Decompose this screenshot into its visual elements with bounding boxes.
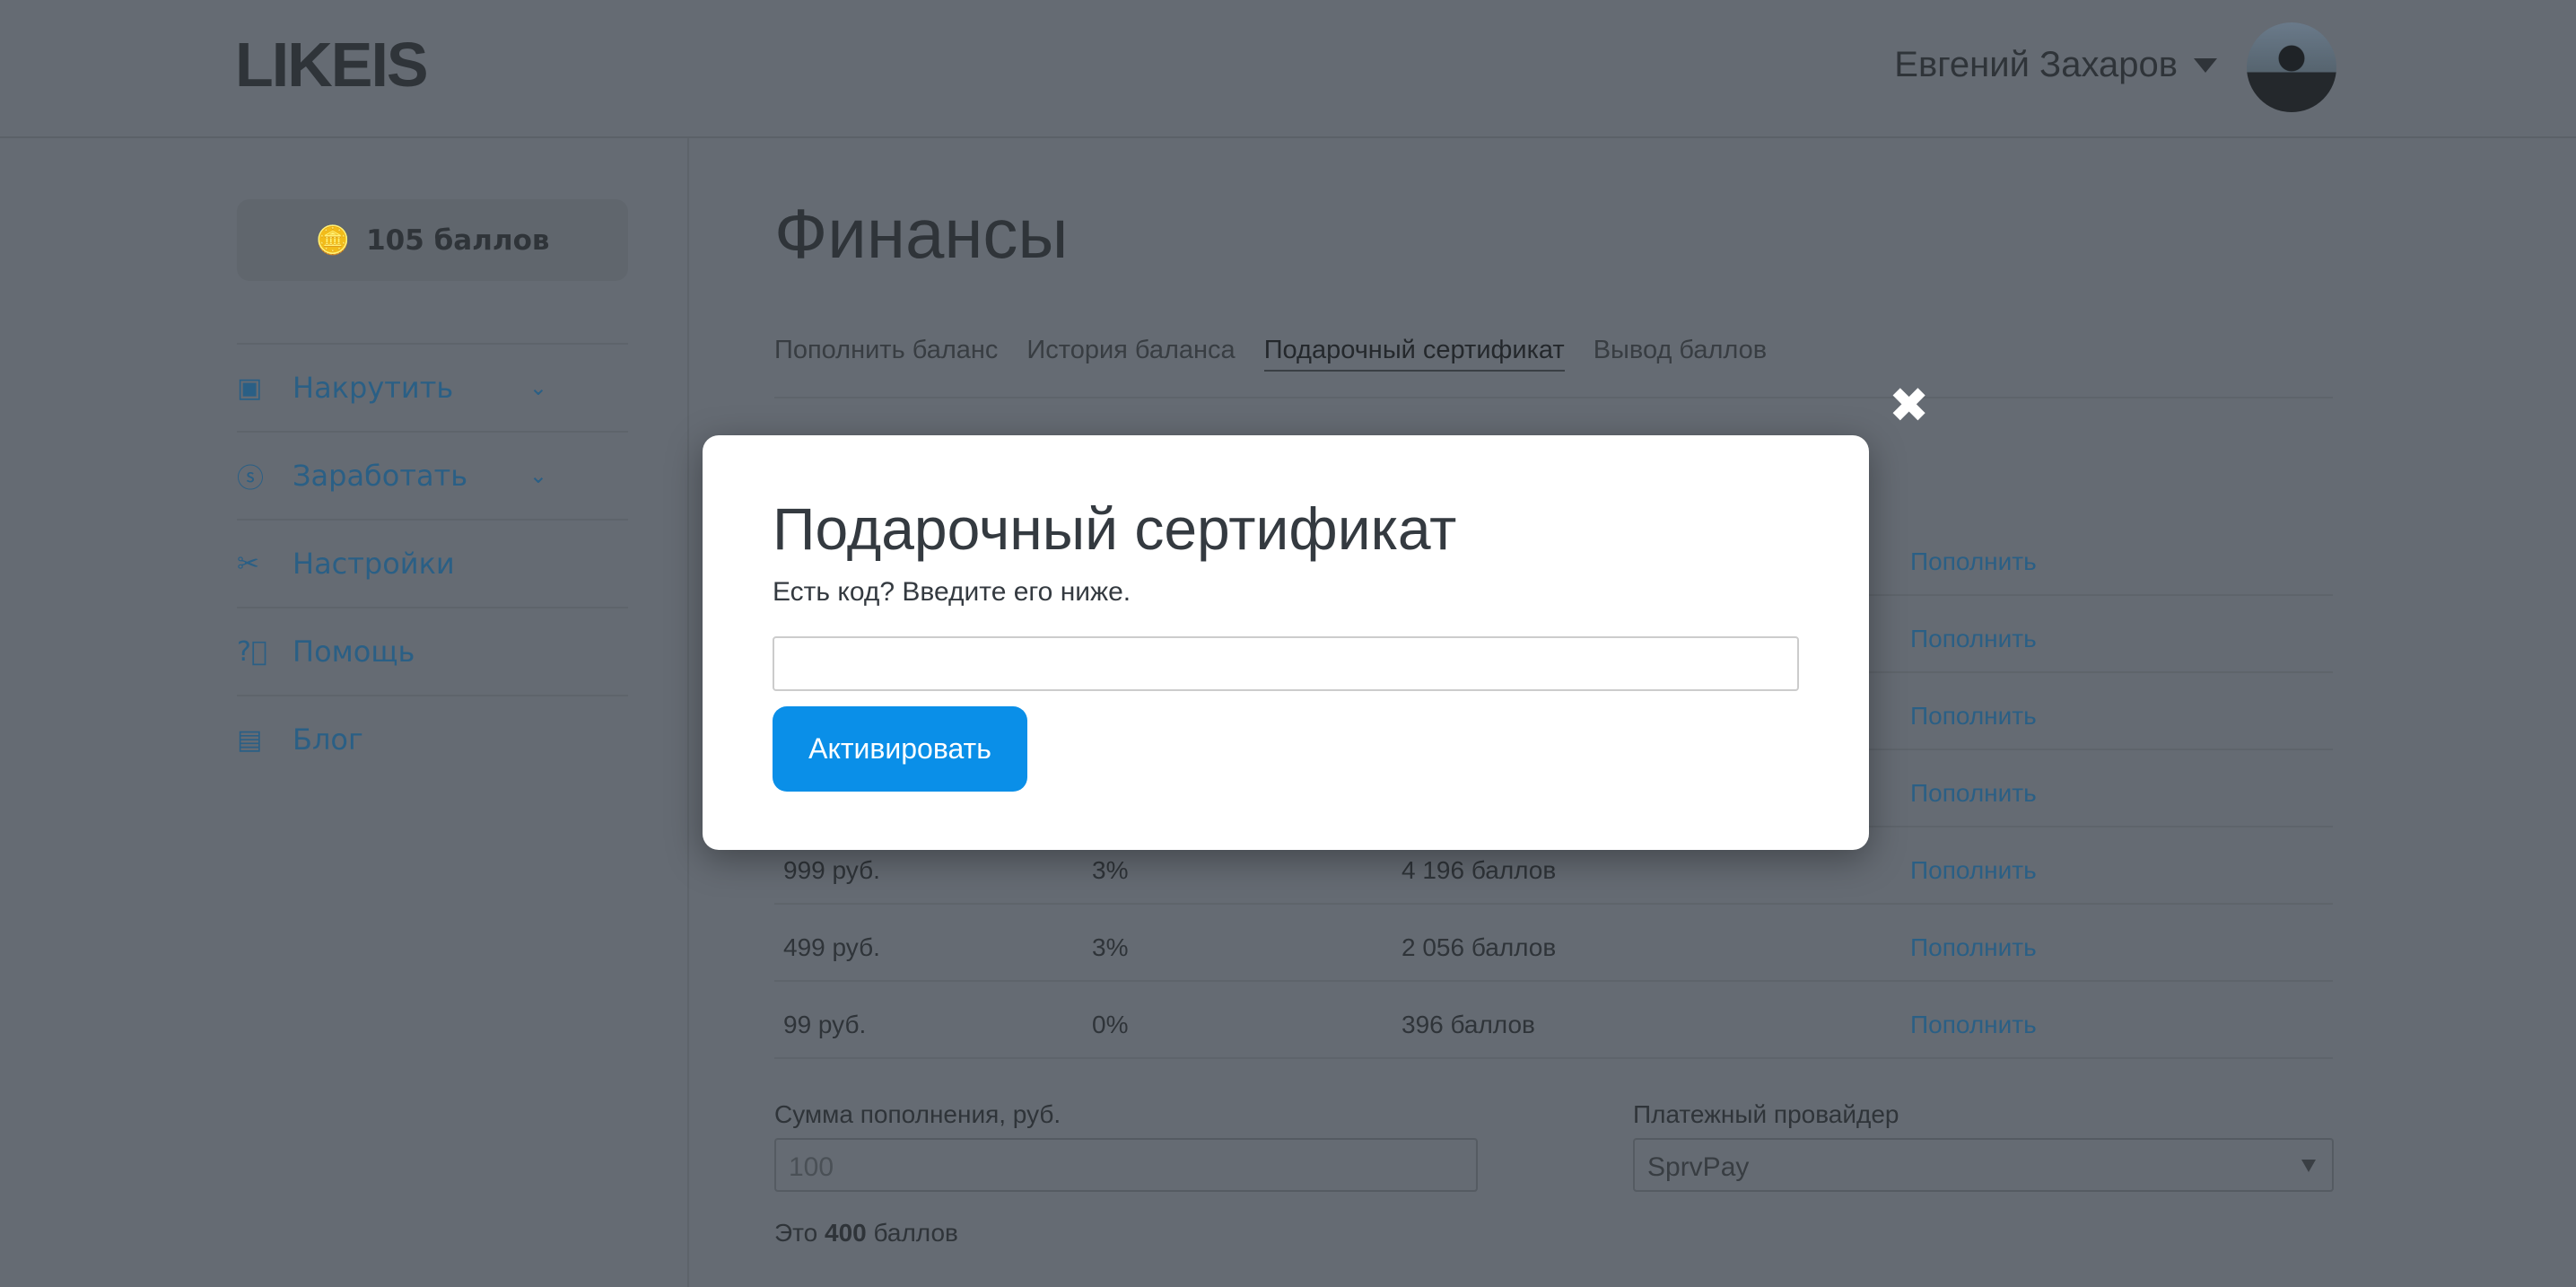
sidebar-item-help[interactable]: ?⃝ Помощь <box>237 607 628 695</box>
amount-input[interactable]: 100 <box>774 1138 1478 1192</box>
chevron-down-icon: ⌄ <box>528 375 547 400</box>
points-note: Это 400 баллов <box>774 1219 958 1248</box>
finance-tabs: Пополнить баланс История баланса Подароч… <box>774 336 2333 398</box>
ad-icon: ▣ <box>237 372 263 404</box>
note-points: 400 <box>825 1219 867 1247</box>
balance-value: 105 баллов <box>366 223 550 257</box>
points-cell: 2 056 баллов <box>1402 933 1557 961</box>
sidebar-item-blog[interactable]: ▤ Блог <box>237 695 628 783</box>
top-up-link[interactable]: Пополнить <box>1910 779 2037 808</box>
sidebar-item-label: Настройки <box>293 547 455 581</box>
note-prefix: Это <box>774 1219 818 1247</box>
sidebar-item-earn[interactable]: ⓢ Заработать ⌄ <box>237 431 628 519</box>
tab-history[interactable]: История баланса <box>1026 336 1235 372</box>
page-title: Финансы <box>774 194 1069 273</box>
sidebar-item-boost[interactable]: ▣ Накрутить ⌄ <box>237 343 628 431</box>
table-row: 499 руб. 3% 2 056 баллов Пополнить <box>774 905 2333 982</box>
modal-title: Подарочный сертификат <box>773 495 1457 562</box>
code-input[interactable] <box>773 636 1799 691</box>
gift-certificate-modal: Подарочный сертификат Есть код? Введите … <box>703 435 1869 850</box>
modal-backdrop[interactable]: { "header":{"logo":"LIKEIS","user_name":… <box>0 0 2576 1287</box>
top-header: LIKEIS Евгений Захаров <box>0 0 2576 138</box>
tools-icon: ✂ <box>237 547 260 580</box>
sidebar-item-settings[interactable]: ✂ Настройки <box>237 519 628 607</box>
coins-icon: 🪙 <box>315 224 351 257</box>
user-menu[interactable]: Евгений Захаров <box>1894 45 2217 85</box>
bonus-cell: 3% <box>1092 933 1129 961</box>
avatar[interactable] <box>2247 22 2336 112</box>
tab-gift-certificate[interactable]: Подарочный сертификат <box>1263 336 1565 372</box>
book-icon: ▤ <box>237 723 263 756</box>
bonus-cell: 0% <box>1092 1011 1129 1038</box>
price-cell: 499 руб. <box>783 933 880 961</box>
points-cell: 396 баллов <box>1402 1011 1535 1038</box>
price-cell: 99 руб. <box>783 1011 867 1038</box>
bonus-cell: 3% <box>1092 856 1129 884</box>
top-up-link[interactable]: Пополнить <box>1910 547 2037 576</box>
top-up-link[interactable]: Пополнить <box>1910 625 2037 653</box>
caret-down-icon <box>2194 57 2217 73</box>
sidebar-item-label: Заработать <box>293 459 468 493</box>
sidebar-divider <box>687 138 689 1287</box>
provider-select[interactable]: SprvPay <box>1633 1138 2334 1192</box>
user-name: Евгений Захаров <box>1894 45 2178 84</box>
top-up-link[interactable]: Пополнить <box>1910 856 2037 885</box>
amount-label: Сумма пополнения, руб. <box>774 1100 1061 1128</box>
sidebar-item-label: Блог <box>293 722 363 757</box>
provider-value: SprvPay <box>1647 1152 1750 1182</box>
question-circle-icon: ?⃝ <box>237 635 267 668</box>
top-up-link[interactable]: Пополнить <box>1910 1011 2037 1039</box>
logo[interactable]: LIKEIS <box>235 29 429 101</box>
modal-subtitle: Есть код? Введите его ниже. <box>773 577 1131 607</box>
price-cell: 999 руб. <box>783 856 880 884</box>
tab-top-up[interactable]: Пополнить баланс <box>774 336 998 372</box>
note-suffix: баллов <box>873 1219 958 1247</box>
select-arrow-icon <box>2301 1160 2316 1172</box>
top-up-link[interactable]: Пополнить <box>1910 933 2037 962</box>
balance-badge: 🪙 105 баллов <box>237 199 628 281</box>
tab-withdraw[interactable]: Вывод баллов <box>1594 336 1768 372</box>
points-cell: 4 196 баллов <box>1402 856 1557 884</box>
sidebar-item-label: Накрутить <box>293 371 454 405</box>
provider-label: Платежный провайдер <box>1633 1100 1899 1128</box>
sidebar-item-label: Помощь <box>293 635 415 669</box>
chevron-down-icon: ⌄ <box>528 463 547 488</box>
dollar-circle-icon: ⓢ <box>237 463 264 495</box>
activate-button[interactable]: Активировать <box>773 706 1027 792</box>
table-row: 99 руб. 0% 396 баллов Пополнить <box>774 982 2333 1059</box>
sidebar-nav: ▣ Накрутить ⌄ ⓢ Заработать ⌄ ✂ Настройки ?⃝ По… <box>237 343 628 783</box>
close-icon[interactable]: ✖ <box>1889 377 1929 433</box>
top-up-link[interactable]: Пополнить <box>1910 702 2037 731</box>
